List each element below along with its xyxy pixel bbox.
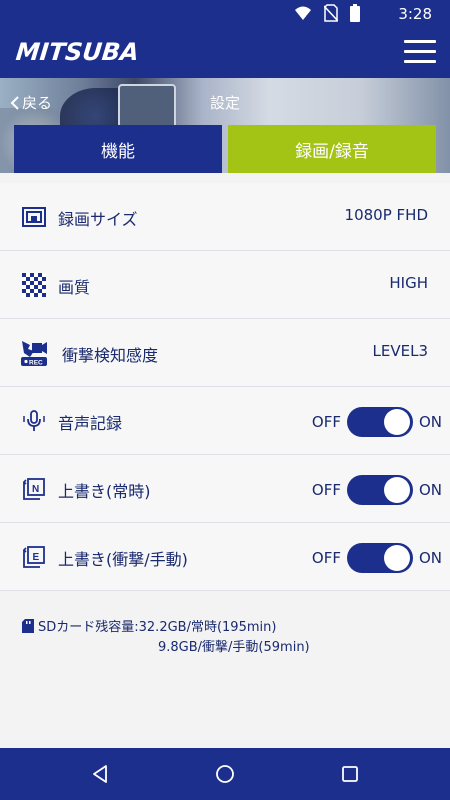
microphone-icon <box>23 410 45 431</box>
setting-value: HIGH <box>389 274 428 292</box>
setting-label: 上書き(常時) <box>58 482 151 501</box>
overwrite-normal-icon: N <box>22 478 45 500</box>
toggle-off-label: OFF <box>311 413 341 431</box>
setting-label: 音声記録 <box>58 414 123 433</box>
app-bar: MITSUBA <box>0 28 450 78</box>
audio-toggle-switch[interactable] <box>346 407 413 437</box>
status-time: 3:28 <box>398 5 432 23</box>
mitsuba-logo: MITSUBA <box>14 38 141 66</box>
status-icons <box>294 4 360 22</box>
setting-label: 画質 <box>58 278 91 297</box>
hamburger-menu-icon[interactable] <box>404 40 436 66</box>
sd-card-info: SDカード残容量:32.2GB/常時(195min) 9.8GB/衝撃/手動(5… <box>22 618 310 658</box>
page-title: 設定 <box>209 94 240 112</box>
svg-text:N: N <box>32 484 39 495</box>
sd-card-icon <box>22 619 34 633</box>
tab-label: 録画/録音 <box>295 141 369 162</box>
shock-rec-icon: REC <box>21 341 47 367</box>
sd-capacity-line1: SDカード残容量:32.2GB/常時(195min) <box>38 620 277 635</box>
svg-text:REC: REC <box>29 360 43 367</box>
setting-value: 1080P FHD <box>344 206 428 224</box>
android-nav-bar <box>0 748 450 800</box>
tab-functions[interactable]: 機能 <box>14 125 222 173</box>
toggle-on-label: ON <box>418 413 442 431</box>
setting-label: 衝撃検知感度 <box>62 346 159 365</box>
setting-row-overwrite-normal: N 上書き(常時) OFF ON <box>0 455 450 523</box>
toggle-on-label: ON <box>418 549 442 567</box>
recents-square-icon[interactable] <box>338 762 362 786</box>
audio-toggle-group: OFF ON <box>312 407 442 437</box>
home-circle-icon[interactable] <box>213 762 237 786</box>
setting-label: 録画サイズ <box>58 210 138 229</box>
wifi-icon <box>295 6 312 20</box>
setting-row-shock-sensitivity[interactable]: REC 衝撃検知感度 LEVEL3 <box>0 319 450 387</box>
battery-icon <box>350 4 360 22</box>
toggle-off-label: OFF <box>311 549 341 567</box>
overwrite-normal-toggle-switch[interactable] <box>346 475 413 505</box>
sd-capacity-line2: 9.8GB/衝撃/手動(59min) <box>158 640 310 655</box>
tab-label: 機能 <box>101 141 135 162</box>
setting-value: LEVEL3 <box>372 342 428 360</box>
setting-label: 上書き(衝撃/手動) <box>58 550 188 569</box>
overwrite-normal-toggle-group: OFF ON <box>312 475 442 505</box>
tab-recording-audio[interactable]: 録画/録音 <box>228 125 436 182</box>
status-bar: 3:28 <box>0 0 450 28</box>
setting-row-quality[interactable]: 画質 HIGH <box>0 251 450 319</box>
settings-list: 録画サイズ 1080P FHD 画質 HIGH REC 衝撃検知感度 LEVEL… <box>0 183 450 591</box>
toggle-on-label: ON <box>418 481 442 499</box>
setting-row-audio-recording: 音声記録 OFF ON <box>0 387 450 455</box>
no-sim-icon <box>324 4 338 22</box>
quality-icon <box>22 273 46 297</box>
svg-text:E: E <box>33 552 40 563</box>
overwrite-event-toggle-switch[interactable] <box>346 543 413 573</box>
setting-row-overwrite-event: E 上書き(衝撃/手動) OFF ON <box>0 523 450 591</box>
overwrite-event-icon: E <box>22 546 45 568</box>
toggle-off-label: OFF <box>311 481 341 499</box>
back-triangle-icon[interactable] <box>88 762 112 786</box>
setting-row-resolution[interactable]: 録画サイズ 1080P FHD <box>0 183 450 251</box>
overwrite-event-toggle-group: OFF ON <box>312 543 442 573</box>
resolution-icon <box>22 207 46 227</box>
